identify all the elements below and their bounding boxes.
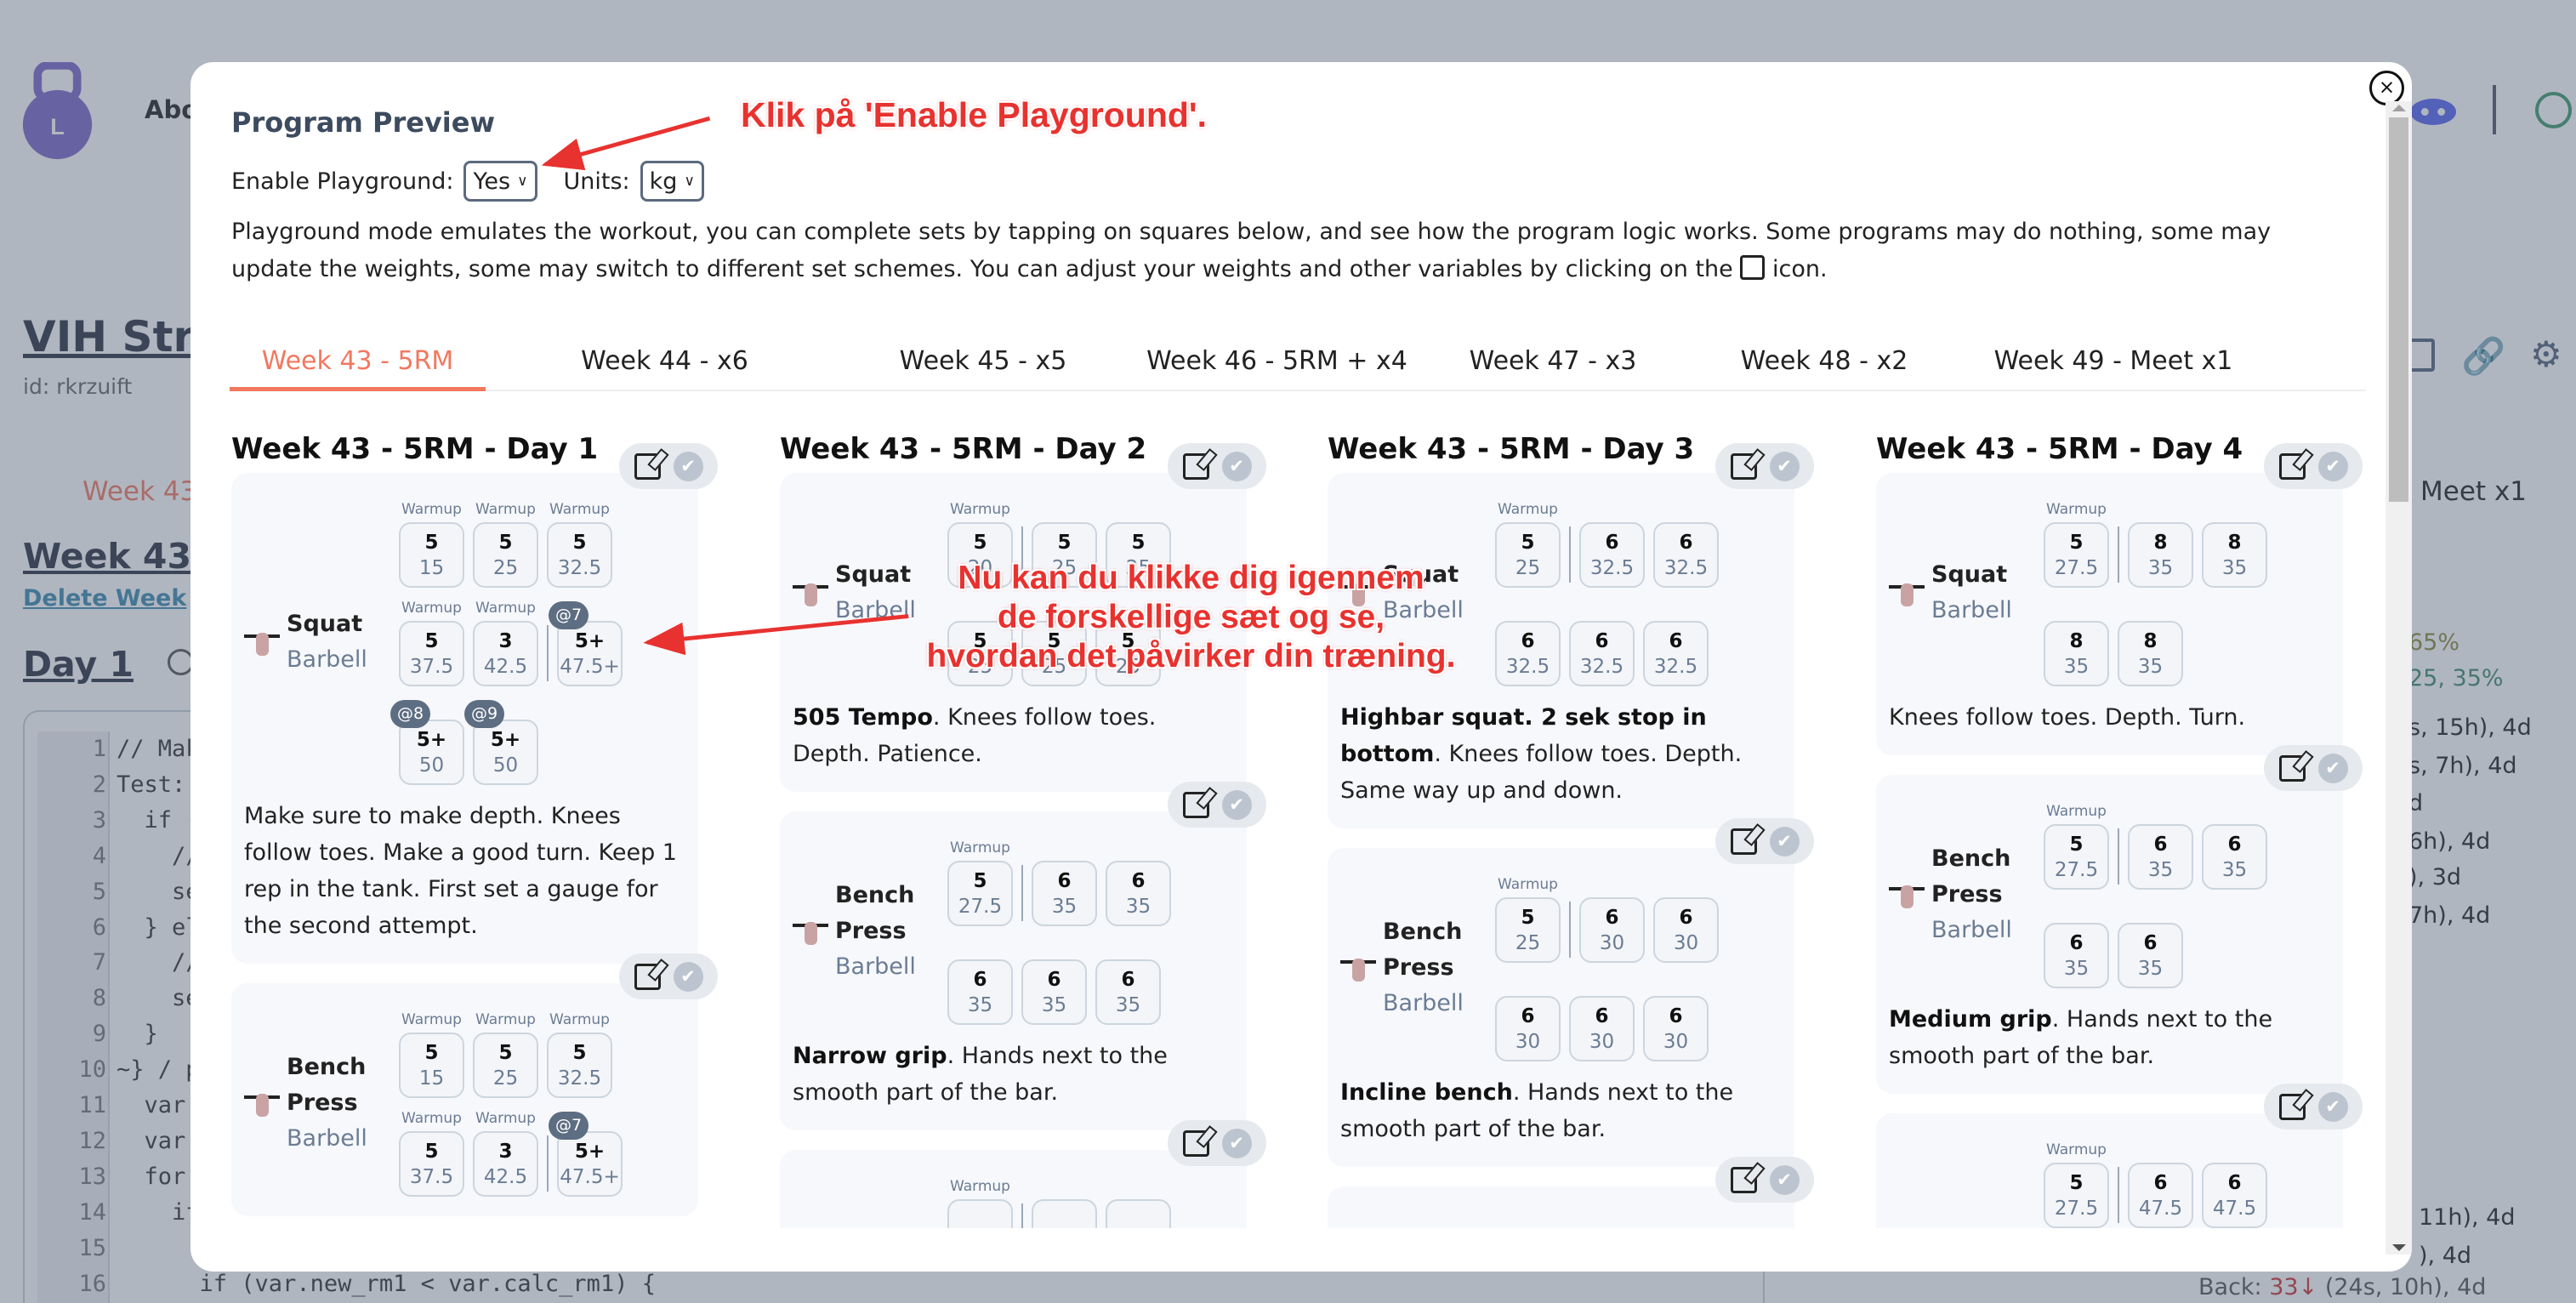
- annotation-middle: Nu kan du klikke dig igennem de forskell…: [887, 559, 1495, 676]
- annotation-line: Nu kan du klikke dig igennem: [958, 560, 1424, 596]
- screen: L Abo VIH Stro id: rkrzuift Week 43 Week…: [0, 0, 2576, 1303]
- annotation-line: hvordan det påvirker din træning.: [926, 638, 1456, 674]
- annotation-line: de forskellige sæt og se,: [997, 599, 1385, 635]
- annotation-top: Klik på 'Enable Playground'.: [741, 95, 1208, 134]
- annotation-arrow-top: [541, 116, 711, 171]
- annotation-arrow-middle: [643, 614, 909, 656]
